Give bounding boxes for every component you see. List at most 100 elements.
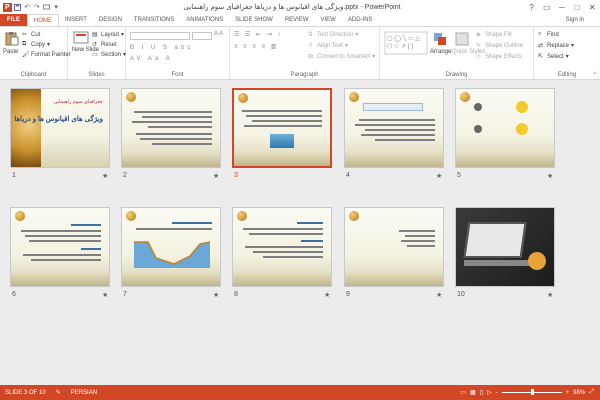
sun-icon [516,123,528,135]
zoom-slider[interactable] [501,389,562,395]
tab-home[interactable]: HOME [27,14,59,26]
slide-thumbnail-6[interactable] [10,207,110,287]
globe-icon [237,211,247,221]
list-buttons[interactable]: ☰ ☰ ⇤ ⇥ ↕ [234,31,282,38]
customize-toolbar-icon[interactable]: ▾ [52,3,60,11]
globe-icon [126,92,136,102]
ocean-profile-image [134,241,210,268]
close-button[interactable]: ✕ [585,1,600,13]
animation-star-icon: ★ [102,173,109,180]
font-size-buttons[interactable]: A A [214,31,223,37]
convert-smartart-button[interactable]: ⊞ Convert to SmartArt ▾ [308,53,375,61]
slide-sorter-view-icon[interactable]: ▦ [470,389,476,396]
tab-insert[interactable]: INSERT [59,14,93,26]
paste-button[interactable]: Paste [3,49,18,55]
slide-thumbnail-2[interactable] [121,88,221,168]
globe-icon [349,92,359,102]
zoom-out-button[interactable]: - [496,390,498,396]
chevron-down-icon: ▾ [47,42,51,48]
slide-thumbnail-5[interactable] [455,88,555,168]
tab-transitions[interactable]: TRANSITIONS [128,14,180,26]
text-direction-button[interactable]: ⇅ Text Direction ▾ [308,31,358,39]
tab-view[interactable]: VIEW [315,14,342,26]
font-group: A A B I U S abc AV Aa A Font [126,27,230,79]
find-button[interactable]: ⌕ Find [538,31,559,38]
fit-to-window-icon[interactable]: ⤢ [589,389,594,396]
animation-star-icon: ★ [213,292,220,299]
font-color-buttons[interactable]: AV Aa A [130,56,173,62]
powerpoint-logo-icon: P [3,2,12,12]
sign-in-link[interactable]: Sign in [566,14,600,26]
tab-add-ins[interactable]: ADD-INS [342,14,379,26]
globe-icon [15,211,25,221]
font-name-field[interactable] [130,32,190,40]
format-painter-button[interactable]: 🖌 Format Painter [22,51,71,59]
tab-slide-show[interactable]: SLIDE SHOW [229,14,279,26]
slide-thumbnail-4[interactable] [344,88,444,168]
normal-view-icon[interactable]: ▭ [460,389,466,396]
slide-thumbnail-9[interactable] [344,207,444,287]
spell-check-icon[interactable]: ✎ [51,389,66,396]
replace-button[interactable]: ⇄ Replace ▾ [538,42,574,50]
animation-star-icon: ★ [436,173,443,180]
save-icon[interactable] [13,3,22,11]
language-indicator[interactable]: PERSIAN [66,390,102,396]
slide-thumbnail-3[interactable] [232,88,332,168]
shape-effects-button[interactable]: ◇ Shape Effects [476,53,522,61]
cut-button[interactable]: ✂ Cut [22,31,40,39]
svg-text:⬠ ☆ ↗ { }: ⬠ ☆ ↗ { } [387,43,413,50]
quick-styles-icon[interactable] [454,31,470,47]
maximize-button[interactable]: □ [570,1,585,13]
globe-icon [349,211,359,221]
collapse-ribbon-icon[interactable]: ^ [593,72,596,78]
slide-thumbnail-10[interactable] [455,207,555,287]
slide-1-title: ویژگی های اقیانوس ها و دریاها [14,116,103,123]
arrange-icon[interactable] [432,31,448,47]
minimize-button[interactable]: ─ [554,1,569,13]
shapes-gallery[interactable]: ▢ ◯ ╲ ▭ △ ⬠ ☆ ↗ { } [384,31,428,55]
section-button[interactable]: ▭ Section ▾ [92,51,126,59]
slideshow-view-icon[interactable]: ▷ [487,389,492,396]
undo-icon[interactable]: ↶ [23,3,31,11]
slide-thumbnail-8[interactable] [232,207,332,287]
shape-fill-button[interactable]: ◈ Shape Fill [476,31,512,39]
font-size-field[interactable] [192,32,212,40]
ribbon-display-options-button[interactable]: ▭ [539,1,554,13]
tab-design[interactable]: DESIGN [93,14,128,26]
align-text-button[interactable]: ⇳ Align Text ▾ [308,42,348,50]
title-bar: P ↶ ↷ ▾ ویژگی های اقیانوس ها و دریاها جغ… [0,0,600,14]
window-title: ویژگی های اقیانوس ها و دریاها جغرافیای س… [183,4,401,11]
clipboard-group-label: Clipboard [20,72,47,78]
arrange-button[interactable]: Arrange [430,49,451,55]
start-from-beginning-icon[interactable] [42,3,51,11]
tab-review[interactable]: REVIEW [279,14,315,26]
copy-button[interactable]: ⧉ Copy ▾ [22,41,50,48]
reading-view-icon[interactable]: ▯ [480,389,483,396]
zoom-slider-knob[interactable] [531,389,535,395]
animation-star-icon: ★ [547,292,554,299]
new-slide-icon[interactable] [73,31,89,47]
sun-icon [516,101,528,113]
chevron-down-icon: ▾ [344,43,348,49]
status-bar: SLIDE 3 OF 10 ✎ PERSIAN ▭ ▦ ▯ ▷ - + 98% … [0,385,600,400]
zoom-in-button[interactable]: + [566,390,570,396]
paste-icon[interactable] [4,31,20,47]
align-text-icon: ⇳ [308,43,314,49]
slide-thumbnail-7[interactable] [121,207,221,287]
redo-icon[interactable]: ↷ [33,3,41,11]
reset-button[interactable]: ↺ Reset [92,41,117,49]
font-style-buttons[interactable]: B I U S abc [130,45,193,51]
layout-button[interactable]: ▤ Layout ▾ [92,31,124,39]
slide-1-header: جغرافیای سوم راهنمایی [53,99,103,105]
tab-file[interactable]: FILE [0,14,27,26]
slide-thumbnail-1[interactable]: جغرافیای سوم راهنمایی ویژگی های اقیانوس … [10,88,110,168]
select-button[interactable]: ⇱ Select ▾ [538,53,569,61]
clipboard-group: Paste ✂ Cut ⧉ Copy ▾ 🖌 Format Painter Cl… [0,27,71,79]
tab-animations[interactable]: ANIMATIONS [180,14,229,26]
shape-outline-button[interactable]: ✎ Shape Outline [476,42,523,50]
help-button[interactable]: ? [524,1,539,13]
alignment-buttons[interactable]: ≡ ≡ ≡ ≡ ▥ [234,43,278,50]
zoom-level[interactable]: 98% [573,390,585,396]
slide-number: 1 [12,172,16,179]
text-direction-icon: ⇅ [308,32,314,38]
